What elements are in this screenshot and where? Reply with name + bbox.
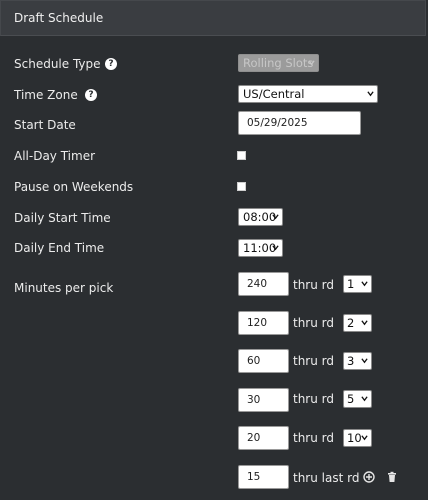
chevron-down-icon — [361, 358, 368, 364]
chevron-down-icon — [367, 91, 374, 97]
daily-end-select[interactable]: 11:00 — [238, 239, 283, 257]
all-day-timer-label: All-Day Timer — [14, 149, 96, 163]
round-select[interactable]: 2 — [343, 314, 372, 332]
thru-label: thru rd — [293, 392, 335, 406]
daily-start-select[interactable]: 08:00 — [238, 208, 283, 226]
minutes-input[interactable]: 240 — [238, 272, 289, 296]
chevron-down-icon — [361, 320, 368, 326]
start-date-input[interactable]: 05/29/2025 — [238, 111, 361, 135]
chevron-down-icon — [361, 396, 368, 402]
schedule-type-select: Rolling Slots — [238, 54, 319, 72]
schedule-type-label: Schedule Type — [14, 57, 101, 71]
minutes-per-pick-label: Minutes per pick — [14, 281, 114, 295]
minutes-input[interactable]: 60 — [238, 349, 289, 373]
daily-start-label: Daily Start Time — [14, 211, 111, 225]
panel-title: Draft Schedule — [14, 11, 104, 25]
round-select[interactable]: 3 — [343, 352, 372, 370]
chevron-down-icon — [272, 245, 279, 251]
time-zone-select[interactable]: US/Central — [238, 85, 378, 103]
thru-label: thru rd — [293, 316, 335, 330]
minutes-input[interactable]: 20 — [238, 426, 289, 450]
thru-label: thru rd — [293, 278, 335, 292]
thru-label: thru last rd — [293, 471, 360, 485]
pause-weekends-label: Pause on Weekends — [14, 180, 134, 194]
chevron-down-icon — [361, 435, 368, 441]
chevron-down-icon — [361, 281, 368, 287]
round-select[interactable]: 1 — [343, 275, 372, 293]
all-day-timer-checkbox[interactable] — [237, 151, 246, 160]
thru-label: thru rd — [293, 354, 335, 368]
question-circle-icon[interactable]: ? — [105, 58, 117, 70]
thru-label: thru rd — [293, 431, 335, 445]
minutes-input[interactable]: 30 — [238, 388, 289, 412]
daily-end-label: Daily End Time — [14, 241, 105, 255]
pause-weekends-checkbox[interactable] — [237, 182, 246, 191]
start-date-label: Start Date — [14, 118, 76, 132]
round-select[interactable]: 10 — [343, 429, 372, 447]
minutes-input[interactable]: 120 — [238, 311, 289, 335]
minutes-input[interactable]: 15 — [238, 465, 289, 489]
time-zone-label: Time Zone — [14, 88, 78, 102]
chevron-down-icon — [308, 60, 315, 66]
plus-circle-icon[interactable] — [363, 471, 375, 483]
round-select[interactable]: 5 — [343, 390, 372, 408]
chevron-down-icon — [272, 214, 279, 220]
panel-header: Draft Schedule — [0, 0, 426, 36]
question-circle-icon[interactable]: ? — [85, 89, 97, 101]
trash-icon[interactable] — [386, 471, 398, 483]
